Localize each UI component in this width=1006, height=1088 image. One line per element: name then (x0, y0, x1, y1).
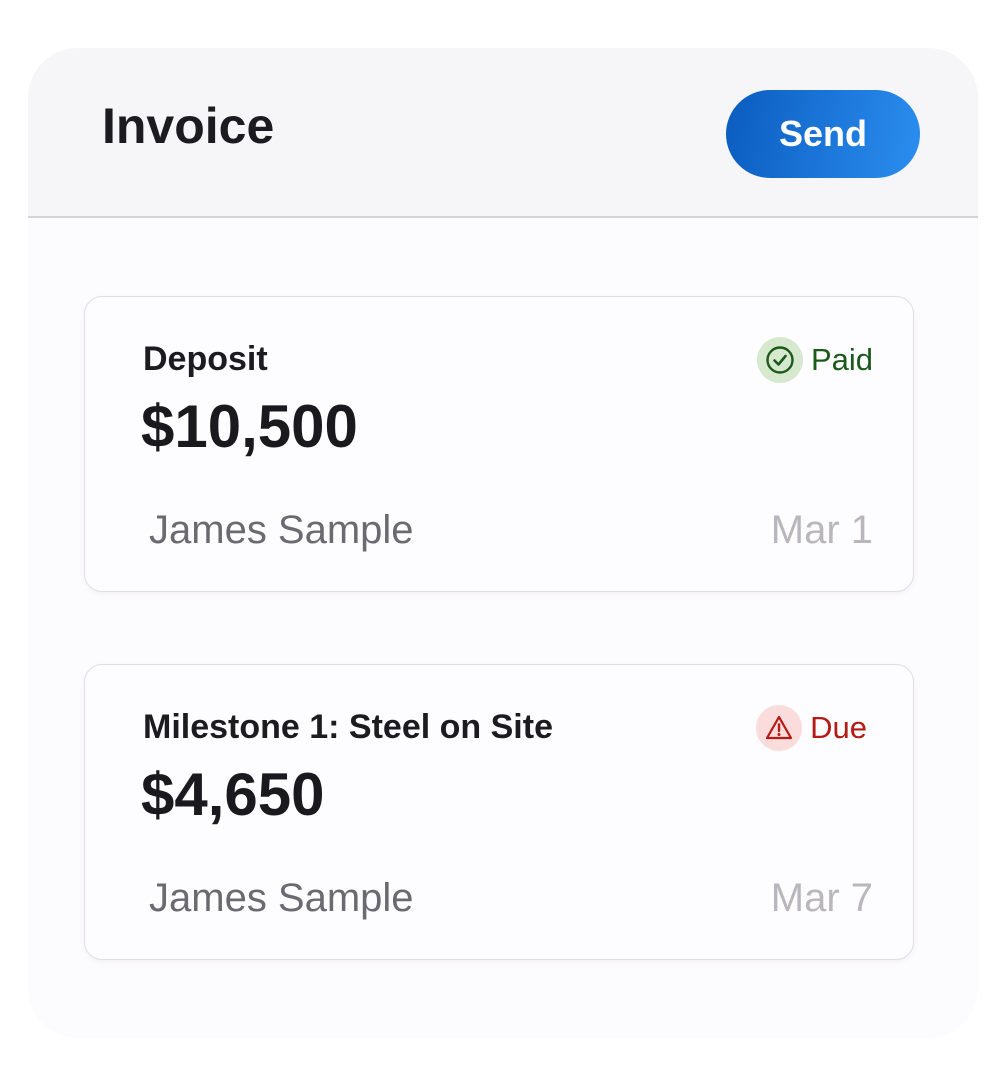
invoice-label: Milestone 1: Steel on Site (143, 708, 553, 746)
invoice-panel: Invoice Send Deposit Paid $10,500 James … (28, 48, 978, 1038)
invoice-card[interactable]: Deposit Paid $10,500 James Sample Mar 1 (84, 296, 914, 592)
send-button[interactable]: Send (726, 90, 920, 178)
warning-triangle-icon (756, 705, 803, 751)
invoice-date: Mar 1 (770, 508, 873, 552)
invoice-label: Deposit (143, 340, 268, 378)
status-badge: Paid (756, 337, 873, 383)
invoice-card[interactable]: Milestone 1: Steel on Site Due $4,650 Ja… (84, 664, 914, 960)
status-badge: Due (756, 705, 867, 751)
invoice-amount: $10,500 (141, 393, 358, 460)
status-label: Paid (810, 342, 873, 377)
invoice-amount: $4,650 (141, 761, 325, 828)
client-name: James Sample (149, 876, 414, 920)
client-name: James Sample (149, 508, 414, 552)
check-circle-icon (756, 337, 803, 383)
invoice-date: Mar 7 (770, 876, 873, 920)
status-label: Due (810, 710, 867, 745)
invoice-header: Invoice Send (28, 48, 978, 218)
page-title: Invoice (102, 98, 275, 154)
